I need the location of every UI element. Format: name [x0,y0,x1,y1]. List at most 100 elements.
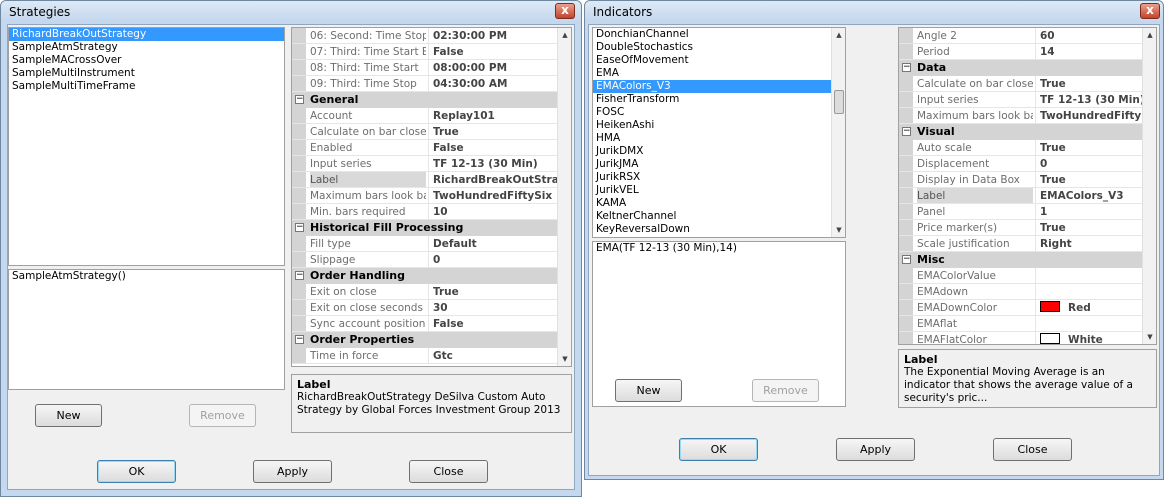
property-value[interactable]: Default [428,236,571,251]
strategies-new-button[interactable]: New [35,404,102,427]
strategy-list-item[interactable]: SampleMACrossOver [9,54,284,67]
scroll-thumb[interactable] [834,90,844,114]
collapse-icon[interactable]: − [295,95,304,104]
scroll-down-icon[interactable]: ▼ [832,223,845,237]
scroll-down-icon[interactable]: ▼ [1143,330,1156,344]
indicators-title-bar[interactable]: Indicators x [585,1,1163,23]
property-value[interactable]: Red [1035,300,1156,315]
strategies-title-bar[interactable]: Strategies x [1,1,581,23]
property-value[interactable]: TF 12-13 (30 Min) [428,156,571,171]
indicator-list-item[interactable]: JurikJMA [593,158,845,171]
strategies-ok-button[interactable]: OK [97,460,176,483]
property-value[interactable]: 30 [428,300,571,315]
strategy-list-item[interactable]: SampleMultiTimeFrame [9,80,284,93]
scroll-up-icon[interactable]: ▲ [1143,28,1156,42]
property-value[interactable]: False [428,316,571,331]
property-row[interactable]: 09: Third: Time Stop 04:30:00 AM [292,76,571,92]
property-value[interactable]: False [428,140,571,155]
strategies-close-icon[interactable]: x [555,3,575,19]
property-category[interactable]: − General [292,92,571,108]
indicator-list-item[interactable]: DonchianChannel [593,28,845,41]
indicator-list-item[interactable]: KeyReversalDown [593,223,845,236]
property-row[interactable]: Scale justification Right [899,236,1156,252]
property-value[interactable]: TF 12-13 (30 Min) [1035,92,1156,107]
property-value[interactable]: RichardBreakOutStrate [428,172,571,187]
indicators-property-grid[interactable]: Angle 2 60 Period 14− Data Calculate on bar c… [898,27,1157,345]
property-row[interactable]: Min. bars required 10 [292,204,571,220]
property-value[interactable]: True [428,124,571,139]
strategies-apply-button[interactable]: Apply [253,460,332,483]
property-row[interactable]: Sync account position False [292,316,571,332]
indicators-grid-scrollbar[interactable]: ▲ ▼ [1142,28,1156,344]
property-row[interactable]: EMAColorValue [899,268,1156,284]
indicators-close-icon[interactable]: x [1140,3,1160,19]
indicators-close-button[interactable]: Close [993,438,1072,461]
collapse-icon[interactable]: − [295,223,304,232]
property-row[interactable]: 07: Third: Time Start En False [292,44,571,60]
configured-strategy-item[interactable]: SampleAtmStrategy() [9,270,284,283]
property-value[interactable] [1035,316,1156,331]
strategy-list-item[interactable]: SampleAtmStrategy [9,41,284,54]
property-value[interactable]: True [1035,140,1156,155]
collapse-icon[interactable]: − [902,255,911,264]
property-value[interactable]: True [428,284,571,299]
property-category[interactable]: − Visual [899,124,1156,140]
property-row[interactable]: 06: Second: Time Stop 02:30:00 PM [292,28,571,44]
collapse-icon[interactable]: − [295,335,304,344]
indicator-list-item[interactable]: JurikRSX [593,171,845,184]
property-row[interactable]: Angle 2 60 [899,28,1156,44]
property-value[interactable] [1035,284,1156,299]
indicator-list-item[interactable]: EMA [593,67,845,80]
property-row[interactable]: Display in Data Box True [899,172,1156,188]
indicator-list-item[interactable]: KeltnerChannel [593,210,845,223]
property-value[interactable]: 14 [1035,44,1156,59]
strategies-remove-button[interactable]: Remove [189,404,256,427]
scroll-up-icon[interactable]: ▲ [832,28,845,42]
property-row[interactable]: Enabled False [292,140,571,156]
indicator-list-item[interactable]: EaseOfMovement [593,54,845,67]
property-category[interactable]: − Order Properties [292,332,571,348]
property-value[interactable]: 0 [1035,156,1156,171]
indicator-list-item[interactable]: HeikenAshi [593,119,845,132]
indicator-list-item[interactable]: JurikDMX [593,145,845,158]
property-row[interactable]: Label RichardBreakOutStrate [292,172,571,188]
indicators-new-button[interactable]: New [615,379,682,402]
property-category[interactable]: − Misc [899,252,1156,268]
property-value[interactable]: Gtc [428,348,571,363]
collapse-icon[interactable]: − [902,63,911,72]
applied-indicator-item[interactable]: EMA(TF 12-13 (30 Min),14) [593,242,845,255]
property-value[interactable]: 60 [1035,28,1156,43]
strategies-available-list[interactable]: RichardBreakOutStrategy SampleAtmStrategy… [8,27,285,266]
property-row[interactable]: EMAdown [899,284,1156,300]
property-value[interactable]: True [1035,172,1156,187]
property-value[interactable]: TwoHundredFiftySix [428,188,571,203]
property-value[interactable]: White [1035,332,1156,344]
property-value[interactable]: 08:00:00 PM [428,60,571,75]
property-row[interactable]: Fill type Default [292,236,571,252]
indicator-list-item[interactable]: FOSC [593,106,845,119]
property-row[interactable]: Input series TF 12-13 (30 Min) [899,92,1156,108]
property-row[interactable]: Period 14 [899,44,1156,60]
property-value[interactable] [1035,268,1156,283]
indicator-list-item[interactable]: EMAColors_V3 [593,80,845,93]
indicator-list-item[interactable]: FisherTransform [593,93,845,106]
indicator-list-item[interactable]: HMA [593,132,845,145]
property-value[interactable]: 02:30:00 PM [428,28,571,43]
property-row[interactable]: Maximum bars look ba TwoHundredFiftySix [899,108,1156,124]
indicator-list-item[interactable]: JurikVEL [593,184,845,197]
property-row[interactable]: Slippage 0 [292,252,571,268]
indicator-list-item[interactable]: DoubleStochastics [593,41,845,54]
scroll-down-icon[interactable]: ▼ [558,352,571,366]
indicators-apply-button[interactable]: Apply [836,438,915,461]
indicators-available-list[interactable]: DonchianChannel DoubleStochastics EaseOfMo… [592,27,846,238]
property-category[interactable]: − Data [899,60,1156,76]
property-row[interactable]: Panel 1 [899,204,1156,220]
indicators-list-scrollbar[interactable]: ▲ ▼ [831,28,845,237]
collapse-icon[interactable]: − [902,127,911,136]
property-row[interactable]: Calculate on bar close True [292,124,571,140]
property-row[interactable]: Displacement 0 [899,156,1156,172]
property-value[interactable]: 10 [428,204,571,219]
strategy-list-item[interactable]: RichardBreakOutStrategy [9,28,284,41]
collapse-icon[interactable]: − [295,271,304,280]
property-row[interactable]: Account Replay101 [292,108,571,124]
